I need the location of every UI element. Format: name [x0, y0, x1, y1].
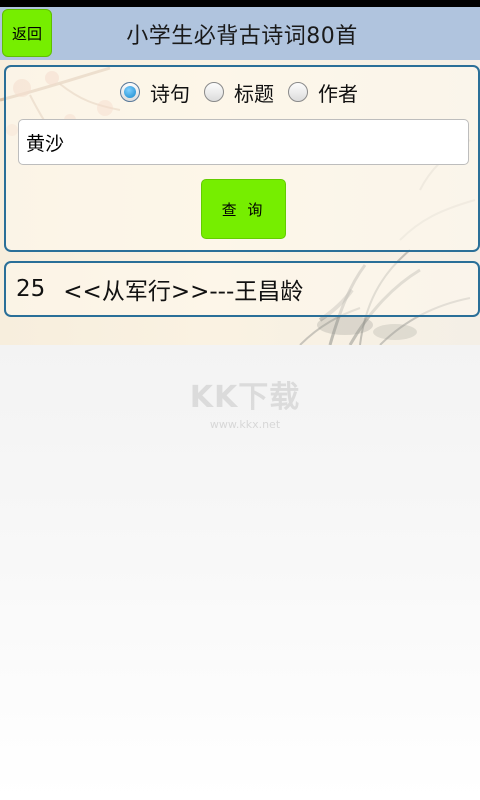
radio-option-title[interactable]: 标题	[204, 78, 274, 107]
watermark-url: www.kkx.net	[209, 418, 281, 431]
app-screen: 返回 小学生必背古诗词80首 诗句 标题 作者 黄沙 查 询 25 <<从军行>…	[0, 0, 480, 800]
search-button[interactable]: 查 询	[201, 179, 286, 239]
search-input[interactable]	[18, 119, 469, 165]
radio-option-line[interactable]: 诗句	[120, 78, 190, 107]
radio-checked-icon	[120, 82, 140, 102]
watermark-logo: KK下载	[189, 380, 301, 415]
result-item[interactable]: 25 <<从军行>>---王昌龄	[4, 261, 480, 317]
result-number: 25	[16, 276, 46, 302]
watermark: KK下载 www.kkx.net	[180, 372, 310, 436]
app-title: 小学生必背古诗词80首	[126, 23, 358, 49]
back-button[interactable]: 返回	[2, 9, 52, 57]
radio-label-line: 诗句	[150, 81, 190, 106]
search-type-radio-group: 诗句 标题 作者	[120, 78, 372, 106]
radio-label-author: 作者	[318, 81, 358, 106]
radio-label-title: 标题	[234, 81, 274, 106]
radio-option-author[interactable]: 作者	[288, 78, 358, 107]
radio-unchecked-icon	[288, 82, 308, 102]
status-bar	[0, 0, 480, 7]
result-text: <<从军行>>---王昌龄	[63, 279, 304, 305]
radio-unchecked-icon	[204, 82, 224, 102]
